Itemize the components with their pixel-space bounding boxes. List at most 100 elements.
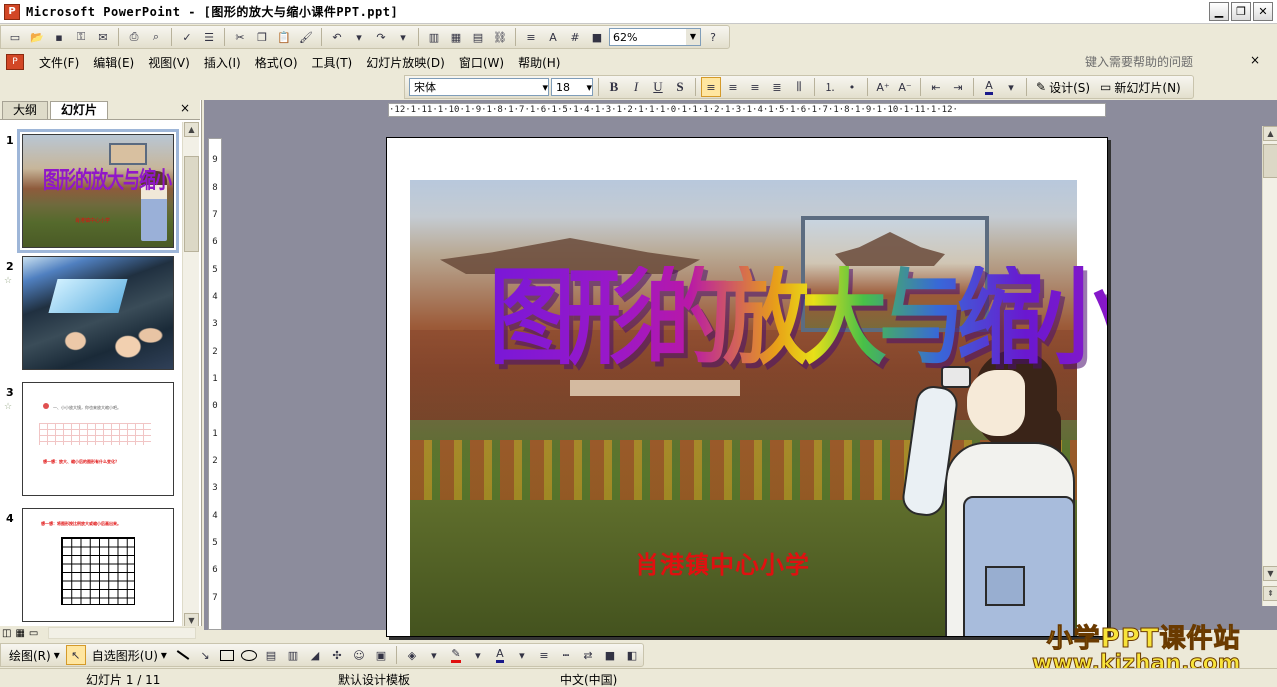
restore-button[interactable]: ❐ (1231, 2, 1251, 21)
new-document-icon[interactable]: ▭ (5, 27, 25, 47)
document-icon[interactable]: P (6, 54, 24, 70)
save-icon[interactable]: ▪ (49, 27, 69, 47)
copy-icon[interactable]: ❐ (252, 27, 272, 47)
italic-button[interactable]: I (626, 77, 646, 97)
email-icon[interactable]: ✉ (93, 27, 113, 47)
dash-style-icon[interactable]: ┅ (556, 645, 576, 665)
normal-view-icon[interactable]: ◫ (2, 628, 11, 639)
slide-thumbnail-1[interactable]: 图形的放大与缩小 肖港镇中心小学 (17, 129, 179, 253)
insert-hyperlink-icon[interactable]: ⛓ (490, 27, 510, 47)
slide-thumbnail-2[interactable] (22, 256, 174, 370)
align-left-icon[interactable]: ≡ (701, 77, 721, 97)
font-name-select[interactable]: 宋体 ▾ (409, 78, 549, 96)
increase-indent-icon[interactable]: ⇥ (948, 77, 968, 97)
menu-file[interactable]: 文件(F) (32, 54, 86, 71)
menu-tools[interactable]: 工具(T) (305, 54, 360, 71)
scroll-down-icon[interactable]: ▼ (1263, 566, 1277, 581)
show-formatting-icon[interactable]: A (543, 27, 563, 47)
chevron-down-icon[interactable]: ▾ (1001, 77, 1021, 97)
chevron-down-icon[interactable]: ▾ (542, 81, 548, 94)
new-slide-button[interactable]: ▭ 新幻灯片(N) (1096, 77, 1185, 97)
current-slide[interactable]: 图形的放大与缩小 图形的放大与缩小 肖港镇中心小学 (386, 137, 1108, 637)
design-button[interactable]: ✎ 设计(S) (1032, 77, 1094, 97)
clipart-icon[interactable]: ☺ (349, 645, 369, 665)
thumbnail-scrollbar[interactable]: ▲ ▼ (182, 122, 199, 630)
menu-help[interactable]: 帮助(H) (511, 54, 567, 71)
chevron-down-icon[interactable]: ▾ (424, 645, 444, 665)
shadow-style-icon[interactable]: ■ (600, 645, 620, 665)
scroll-thumb[interactable] (184, 156, 199, 252)
slide-thumbnail-row[interactable]: 4 想一想：将图形按比例放大或缩小后画出来。 (0, 506, 182, 630)
slide-subtitle[interactable]: 肖港镇中心小学 (635, 545, 810, 580)
line-icon[interactable] (173, 645, 193, 665)
diagram-icon[interactable]: ✣ (327, 645, 347, 665)
menu-view[interactable]: 视图(V) (141, 54, 197, 71)
decrease-font-icon[interactable]: A⁻ (895, 77, 915, 97)
justify-icon[interactable]: ≣ (767, 77, 787, 97)
insert-chart-icon[interactable]: ▥ (424, 27, 444, 47)
font-size-select[interactable]: 18 ▾ (551, 78, 593, 96)
decrease-indent-icon[interactable]: ⇤ (926, 77, 946, 97)
underline-button[interactable]: U (648, 77, 668, 97)
slideshow-view-icon[interactable]: ▭ (29, 628, 38, 639)
3d-style-icon[interactable]: ◧ (622, 645, 642, 665)
numbering-icon[interactable]: ⒈ (820, 77, 840, 97)
scroll-up-icon[interactable]: ▲ (1263, 126, 1277, 141)
chevron-down-icon[interactable]: ▾ (468, 645, 488, 665)
slide-thumbnail-row[interactable]: 2 ☆ (0, 254, 182, 378)
redo-dropdown-icon[interactable]: ▾ (393, 27, 413, 47)
vertical-textbox-icon[interactable]: ▥ (283, 645, 303, 665)
insert-table-icon[interactable]: ▦ (446, 27, 466, 47)
scroll-up-icon[interactable]: ▲ (184, 122, 199, 137)
wordart-icon[interactable]: ◢ (305, 645, 325, 665)
zoom-select[interactable]: 62% ▼ (609, 28, 701, 46)
slide-thumbnail-row[interactable]: 3 ☆ 一、小小放大镜，你也来放大缩小吧。 想一想：放大、缩小后的图形有什么变化… (0, 380, 182, 504)
tab-outline[interactable]: 大纲 (2, 101, 49, 119)
align-right-icon[interactable]: ≡ (745, 77, 765, 97)
slide-vertical-scrollbar[interactable]: ▲ ▼ ⇞ (1262, 126, 1277, 606)
expand-all-icon[interactable]: ≡ (521, 27, 541, 47)
arrow-style-icon[interactable]: ⇄ (578, 645, 598, 665)
spelling-icon[interactable]: ✓ (177, 27, 197, 47)
tab-slides[interactable]: 幻灯片 (50, 101, 109, 119)
rectangle-icon[interactable] (217, 645, 237, 665)
oval-icon[interactable] (239, 645, 259, 665)
close-button[interactable]: ✕ (1253, 2, 1273, 21)
menu-edit[interactable]: 编辑(E) (86, 54, 141, 71)
tables-borders-icon[interactable]: ▤ (468, 27, 488, 47)
insert-picture-icon[interactable]: ▣ (371, 645, 391, 665)
pane-horizontal-scrollbar[interactable] (48, 627, 196, 639)
chevron-down-icon[interactable]: ▼ (686, 29, 700, 45)
slide-sorter-icon[interactable]: ▦ (15, 628, 24, 639)
research-icon[interactable]: ☰ (199, 27, 219, 47)
pane-close-button[interactable]: × (180, 101, 190, 115)
autoshapes-menu-button[interactable]: 自选图形(U) ▾ (88, 645, 171, 665)
line-style-icon[interactable]: ≡ (534, 645, 554, 665)
permission-icon[interactable]: ⚿ (71, 27, 91, 47)
paste-icon[interactable]: 📋 (274, 27, 294, 47)
distribute-icon[interactable]: ⫼ (789, 77, 809, 97)
help-icon[interactable]: ? (703, 27, 723, 47)
bullets-icon[interactable]: • (842, 77, 862, 97)
menu-format[interactable]: 格式(O) (248, 54, 305, 71)
draw-menu-button[interactable]: 绘图(R) ▾ (5, 645, 64, 665)
open-folder-icon[interactable]: 📂 (27, 27, 47, 47)
undo-dropdown-icon[interactable]: ▾ (349, 27, 369, 47)
menu-window[interactable]: 窗口(W) (452, 54, 511, 71)
menu-slideshow[interactable]: 幻灯片放映(D) (359, 54, 452, 71)
document-close-button[interactable]: × (1250, 53, 1260, 67)
chevron-down-icon[interactable]: ▾ (586, 81, 592, 94)
slide-title[interactable]: 图形的放大与缩小 (489, 266, 1107, 371)
increase-font-icon[interactable]: A⁺ (873, 77, 893, 97)
help-search-input[interactable]: 键入需要帮助的问题 (1085, 53, 1193, 70)
menu-insert[interactable]: 插入(I) (197, 54, 248, 71)
line-color-icon[interactable]: ✎ (446, 645, 466, 665)
font-color-icon[interactable]: A (979, 77, 999, 97)
fill-color-icon[interactable]: ◈ (402, 645, 422, 665)
font-color-icon[interactable]: A (490, 645, 510, 665)
show-grid-icon[interactable]: # (565, 27, 585, 47)
chevron-down-icon[interactable]: ▾ (512, 645, 532, 665)
align-center-icon[interactable]: ≡ (723, 77, 743, 97)
undo-icon[interactable]: ↶ (327, 27, 347, 47)
arrow-icon[interactable]: ↘ (195, 645, 215, 665)
